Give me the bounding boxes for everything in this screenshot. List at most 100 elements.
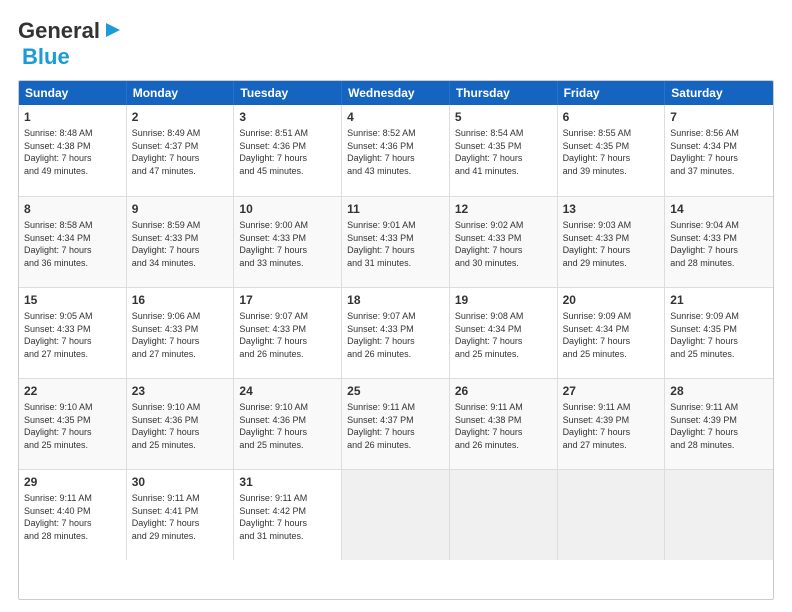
- day-number: 12: [455, 201, 552, 217]
- weekday-header: Saturday: [665, 81, 773, 105]
- day-number: 3: [239, 109, 336, 125]
- day-number: 19: [455, 292, 552, 308]
- cell-line: and 26 minutes.: [347, 348, 444, 361]
- weekday-header: Sunday: [19, 81, 127, 105]
- day-number: 5: [455, 109, 552, 125]
- day-number: 2: [132, 109, 229, 125]
- cell-line: Sunset: 4:34 PM: [670, 140, 768, 153]
- cell-line: Daylight: 7 hours: [132, 152, 229, 165]
- calendar-cell: 11Sunrise: 9:01 AMSunset: 4:33 PMDayligh…: [342, 197, 450, 287]
- cell-line: Daylight: 7 hours: [239, 244, 336, 257]
- cell-line: Sunset: 4:36 PM: [239, 140, 336, 153]
- logo-arrow-icon: [102, 19, 124, 41]
- cell-line: Sunset: 4:36 PM: [347, 140, 444, 153]
- cell-line: and 43 minutes.: [347, 165, 444, 178]
- cell-line: and 27 minutes.: [24, 348, 121, 361]
- calendar-cell: [342, 470, 450, 560]
- cell-line: and 26 minutes.: [239, 348, 336, 361]
- day-number: 22: [24, 383, 121, 399]
- cell-line: Daylight: 7 hours: [239, 335, 336, 348]
- cell-line: Sunrise: 9:11 AM: [24, 492, 121, 505]
- calendar-header: SundayMondayTuesdayWednesdayThursdayFrid…: [19, 81, 773, 105]
- calendar-cell: 19Sunrise: 9:08 AMSunset: 4:34 PMDayligh…: [450, 288, 558, 378]
- cell-line: and 25 minutes.: [455, 348, 552, 361]
- cell-line: Sunrise: 9:10 AM: [132, 401, 229, 414]
- cell-line: Sunset: 4:33 PM: [24, 323, 121, 336]
- cell-line: and 27 minutes.: [563, 439, 660, 452]
- cell-line: and 45 minutes.: [239, 165, 336, 178]
- day-number: 28: [670, 383, 768, 399]
- cell-line: Sunset: 4:34 PM: [455, 323, 552, 336]
- day-number: 13: [563, 201, 660, 217]
- cell-line: Daylight: 7 hours: [455, 335, 552, 348]
- cell-line: Sunrise: 9:10 AM: [239, 401, 336, 414]
- cell-line: and 25 minutes.: [239, 439, 336, 452]
- calendar-cell: 15Sunrise: 9:05 AMSunset: 4:33 PMDayligh…: [19, 288, 127, 378]
- calendar-cell: 12Sunrise: 9:02 AMSunset: 4:33 PMDayligh…: [450, 197, 558, 287]
- cell-line: Daylight: 7 hours: [455, 426, 552, 439]
- calendar-cell: [665, 470, 773, 560]
- cell-line: Sunset: 4:35 PM: [670, 323, 768, 336]
- cell-line: Sunset: 4:33 PM: [239, 323, 336, 336]
- cell-line: and 31 minutes.: [239, 530, 336, 543]
- cell-line: and 26 minutes.: [347, 439, 444, 452]
- cell-line: Sunrise: 9:11 AM: [132, 492, 229, 505]
- calendar-cell: 22Sunrise: 9:10 AMSunset: 4:35 PMDayligh…: [19, 379, 127, 469]
- calendar-week: 15Sunrise: 9:05 AMSunset: 4:33 PMDayligh…: [19, 287, 773, 378]
- calendar-cell: 21Sunrise: 9:09 AMSunset: 4:35 PMDayligh…: [665, 288, 773, 378]
- calendar-body: 1Sunrise: 8:48 AMSunset: 4:38 PMDaylight…: [19, 105, 773, 560]
- cell-line: and 27 minutes.: [132, 348, 229, 361]
- calendar-cell: 8Sunrise: 8:58 AMSunset: 4:34 PMDaylight…: [19, 197, 127, 287]
- day-number: 24: [239, 383, 336, 399]
- cell-line: Sunrise: 9:09 AM: [563, 310, 660, 323]
- cell-line: and 25 minutes.: [24, 439, 121, 452]
- cell-line: Daylight: 7 hours: [347, 152, 444, 165]
- cell-line: Sunset: 4:34 PM: [24, 232, 121, 245]
- cell-line: Sunrise: 8:54 AM: [455, 127, 552, 140]
- cell-line: and 47 minutes.: [132, 165, 229, 178]
- day-number: 1: [24, 109, 121, 125]
- calendar-cell: 9Sunrise: 8:59 AMSunset: 4:33 PMDaylight…: [127, 197, 235, 287]
- cell-line: Sunrise: 9:07 AM: [239, 310, 336, 323]
- calendar-cell: 10Sunrise: 9:00 AMSunset: 4:33 PMDayligh…: [234, 197, 342, 287]
- cell-line: Daylight: 7 hours: [670, 426, 768, 439]
- cell-line: and 39 minutes.: [563, 165, 660, 178]
- cell-line: Sunrise: 9:05 AM: [24, 310, 121, 323]
- cell-line: Sunrise: 9:10 AM: [24, 401, 121, 414]
- day-number: 8: [24, 201, 121, 217]
- calendar-cell: 5Sunrise: 8:54 AMSunset: 4:35 PMDaylight…: [450, 105, 558, 196]
- cell-line: Daylight: 7 hours: [563, 426, 660, 439]
- cell-line: Sunset: 4:34 PM: [563, 323, 660, 336]
- weekday-header: Friday: [558, 81, 666, 105]
- calendar-week: 1Sunrise: 8:48 AMSunset: 4:38 PMDaylight…: [19, 105, 773, 196]
- cell-line: Sunset: 4:35 PM: [455, 140, 552, 153]
- cell-line: Sunset: 4:33 PM: [347, 232, 444, 245]
- cell-line: Sunrise: 9:01 AM: [347, 219, 444, 232]
- day-number: 14: [670, 201, 768, 217]
- cell-line: Daylight: 7 hours: [563, 152, 660, 165]
- cell-line: Sunrise: 9:11 AM: [563, 401, 660, 414]
- calendar-cell: 23Sunrise: 9:10 AMSunset: 4:36 PMDayligh…: [127, 379, 235, 469]
- day-number: 21: [670, 292, 768, 308]
- cell-line: Daylight: 7 hours: [132, 426, 229, 439]
- weekday-header: Wednesday: [342, 81, 450, 105]
- cell-line: and 37 minutes.: [670, 165, 768, 178]
- cell-line: Sunrise: 9:03 AM: [563, 219, 660, 232]
- cell-line: Sunset: 4:39 PM: [563, 414, 660, 427]
- cell-line: Sunrise: 9:11 AM: [670, 401, 768, 414]
- cell-line: Sunrise: 9:04 AM: [670, 219, 768, 232]
- calendar-cell: 29Sunrise: 9:11 AMSunset: 4:40 PMDayligh…: [19, 470, 127, 560]
- cell-line: Sunset: 4:33 PM: [132, 323, 229, 336]
- day-number: 25: [347, 383, 444, 399]
- cell-line: and 28 minutes.: [24, 530, 121, 543]
- cell-line: Sunset: 4:42 PM: [239, 505, 336, 518]
- calendar-cell: 26Sunrise: 9:11 AMSunset: 4:38 PMDayligh…: [450, 379, 558, 469]
- day-number: 16: [132, 292, 229, 308]
- cell-line: and 25 minutes.: [132, 439, 229, 452]
- cell-line: and 34 minutes.: [132, 257, 229, 270]
- cell-line: Sunset: 4:35 PM: [563, 140, 660, 153]
- day-number: 27: [563, 383, 660, 399]
- calendar-cell: 13Sunrise: 9:03 AMSunset: 4:33 PMDayligh…: [558, 197, 666, 287]
- cell-line: Sunset: 4:36 PM: [239, 414, 336, 427]
- cell-line: Sunset: 4:39 PM: [670, 414, 768, 427]
